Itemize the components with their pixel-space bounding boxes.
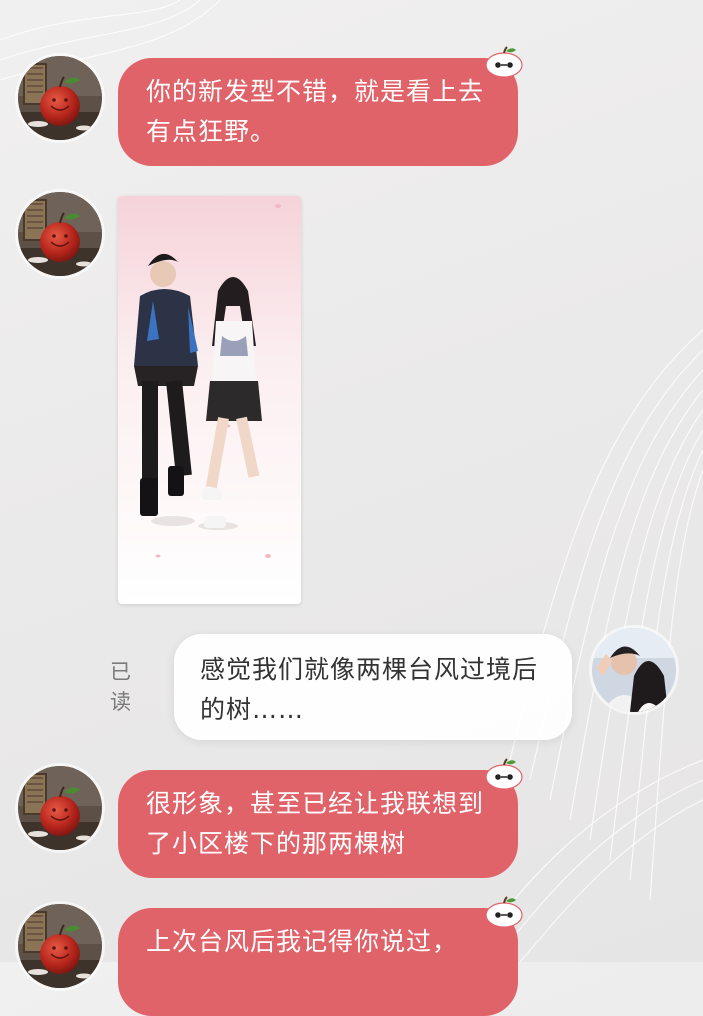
message-bubble[interactable]: 上次台风后我记得你说过， [118,908,518,1016]
message-bubble[interactable]: 很形象，甚至已经让我联想到了小区楼下的那两棵树 [118,770,518,878]
apple-badge-icon [484,46,524,78]
message-text: 上次台风后我记得你说过， [146,927,459,956]
message-text: 很形象，甚至已经让我联想到了小区楼下的那两棵树 [146,789,485,858]
apple-avatar-icon [18,192,102,276]
apple-badge-icon [484,896,524,928]
apple-badge-icon [484,758,524,790]
contact-avatar[interactable] [18,904,102,988]
contact-avatar[interactable] [18,766,102,850]
contact-avatar[interactable] [18,56,102,140]
my-avatar[interactable] [592,628,676,712]
contact-avatar[interactable] [18,192,102,276]
message-bubble[interactable]: 感觉我们就像两棵台风过境后的树…… [174,634,572,740]
apple-avatar-icon [18,766,102,850]
chat-image[interactable] [118,196,301,604]
couple-illustration-image [118,196,301,604]
message-text: 感觉我们就像两棵台风过境后的树…… [200,655,539,724]
read-status: 已读 [110,660,131,714]
message-bubble[interactable]: 你的新发型不错，就是看上去有点狂野。 [118,58,518,166]
couple-avatar-icon [592,628,676,712]
apple-avatar-icon [18,56,102,140]
message-text: 你的新发型不错，就是看上去有点狂野。 [146,77,485,146]
apple-avatar-icon [18,904,102,988]
